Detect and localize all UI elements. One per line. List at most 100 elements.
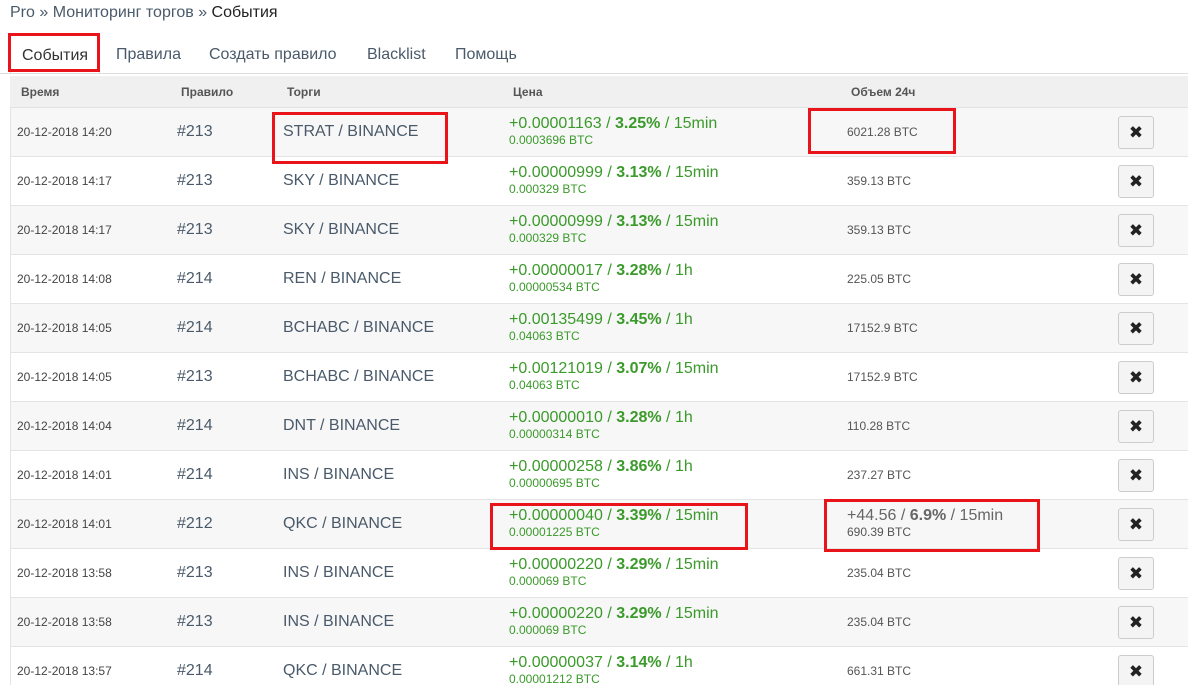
tab-create-rule[interactable]: Создать правило bbox=[209, 34, 337, 74]
volume-value: 690.39 BTC bbox=[847, 525, 912, 539]
rule-link[interactable]: #213 bbox=[177, 221, 213, 239]
rule-link[interactable]: #212 bbox=[177, 515, 213, 533]
volume-interval: 15min bbox=[959, 507, 1004, 524]
rule-link[interactable]: #213 bbox=[177, 564, 213, 582]
price-btc: 0.000329 BTC bbox=[509, 182, 587, 196]
tab-blacklist[interactable]: Blacklist bbox=[367, 34, 426, 74]
volume-change: +44.56 bbox=[847, 507, 897, 524]
separator: / bbox=[661, 409, 675, 426]
delete-button[interactable]: ✖ bbox=[1118, 165, 1154, 198]
volume-percent: 6.9% bbox=[909, 507, 947, 524]
volume-value: 359.13 BTC bbox=[847, 223, 912, 237]
column-header-rule[interactable]: Правило bbox=[181, 76, 233, 108]
separator: / bbox=[661, 213, 675, 230]
price-cell: +0.00000037 / 3.14% / 1h 0.00001212 BTC bbox=[509, 654, 693, 685]
trade-pair-link[interactable]: REN / BINANCE bbox=[283, 270, 401, 288]
delete-button[interactable]: ✖ bbox=[1118, 214, 1154, 247]
table-row: 20-12-2018 13:58 #213 INS / BINANCE +0.0000… bbox=[10, 598, 1188, 647]
price-btc: 0.000069 BTC bbox=[509, 623, 587, 637]
price-cell: +0.00001163 / 3.25% / 15min 0.0003696 BTC bbox=[509, 115, 717, 147]
delete-button[interactable]: ✖ bbox=[1118, 557, 1154, 590]
separator: / bbox=[661, 262, 675, 279]
price-btc: 0.00000695 BTC bbox=[509, 476, 600, 490]
event-time: 20-12-2018 14:05 bbox=[17, 370, 112, 384]
table-row: 20-12-2018 13:57 #214 QKC / BINANCE +0.0000… bbox=[10, 647, 1188, 685]
close-icon: ✖ bbox=[1128, 319, 1144, 338]
trade-pair-link[interactable]: SKY / BINANCE bbox=[283, 172, 399, 190]
tab-events[interactable]: События bbox=[10, 34, 101, 74]
price-change: +0.00000010 bbox=[509, 409, 603, 426]
delete-button[interactable]: ✖ bbox=[1118, 410, 1154, 443]
price-percent: 3.86% bbox=[616, 458, 662, 475]
event-time: 20-12-2018 13:57 bbox=[17, 664, 112, 678]
delete-button[interactable]: ✖ bbox=[1118, 655, 1154, 685]
table-row: 20-12-2018 14:05 #214 BCHABC / BINANCE +0.0… bbox=[10, 304, 1188, 353]
event-time: 20-12-2018 13:58 bbox=[17, 615, 112, 629]
trade-pair-link[interactable]: STRAT / BINANCE bbox=[283, 123, 418, 141]
event-time: 20-12-2018 14:08 bbox=[17, 272, 112, 286]
table-row: 20-12-2018 13:58 #213 INS / BINANCE +0.0000… bbox=[10, 549, 1188, 598]
rule-link[interactable]: #214 bbox=[177, 270, 213, 288]
volume-value: 110.28 BTC bbox=[847, 419, 911, 433]
delete-button[interactable]: ✖ bbox=[1118, 361, 1154, 394]
table-row: 20-12-2018 14:01 #214 INS / BINANCE +0.0000… bbox=[10, 451, 1188, 500]
separator: / bbox=[602, 311, 617, 328]
separator: / bbox=[602, 262, 617, 279]
volume-value: 6021.28 BTC bbox=[847, 125, 918, 139]
rule-link[interactable]: #214 bbox=[177, 466, 213, 484]
price-interval: 15min bbox=[674, 213, 719, 230]
separator: / bbox=[661, 458, 675, 475]
price-percent: 3.39% bbox=[616, 507, 662, 524]
separator: / bbox=[602, 409, 617, 426]
trade-pair-link[interactable]: INS / BINANCE bbox=[283, 613, 394, 631]
column-header-time[interactable]: Время bbox=[21, 76, 59, 108]
trade-pair-link[interactable]: INS / BINANCE bbox=[283, 466, 394, 484]
tab-rules[interactable]: Правила bbox=[116, 34, 181, 74]
rule-link[interactable]: #213 bbox=[177, 123, 213, 141]
separator: / bbox=[661, 311, 675, 328]
event-time: 20-12-2018 14:05 bbox=[17, 321, 112, 335]
delete-button[interactable]: ✖ bbox=[1118, 263, 1154, 296]
price-cell: +0.00121019 / 3.07% / 15min 0.04063 BTC bbox=[509, 360, 719, 392]
trade-pair-link[interactable]: BCHABC / BINANCE bbox=[283, 368, 434, 386]
delete-button[interactable]: ✖ bbox=[1118, 312, 1154, 345]
breadcrumb-root-link[interactable]: Pro bbox=[10, 4, 35, 21]
column-header-price[interactable]: Цена bbox=[513, 76, 543, 108]
breadcrumb-section-link[interactable]: Мониторинг торгов bbox=[53, 4, 194, 21]
separator: / bbox=[946, 507, 960, 524]
tab-help[interactable]: Помощь bbox=[455, 34, 517, 74]
price-cell: +0.00000220 / 3.29% / 15min 0.000069 BTC bbox=[509, 605, 719, 637]
separator: / bbox=[661, 507, 675, 524]
rule-link[interactable]: #213 bbox=[177, 172, 213, 190]
trade-pair-link[interactable]: BCHABC / BINANCE bbox=[283, 319, 434, 337]
trade-pair-link[interactable]: INS / BINANCE bbox=[283, 564, 394, 582]
column-header-volume[interactable]: Объем 24ч bbox=[851, 76, 915, 108]
close-icon: ✖ bbox=[1128, 172, 1144, 191]
event-time: 20-12-2018 14:04 bbox=[17, 419, 112, 433]
price-btc: 0.00000534 BTC bbox=[509, 280, 600, 294]
delete-button[interactable]: ✖ bbox=[1118, 116, 1154, 149]
delete-button[interactable]: ✖ bbox=[1118, 459, 1154, 492]
rule-link[interactable]: #214 bbox=[177, 662, 213, 680]
volume-value: 237.27 BTC bbox=[847, 468, 912, 482]
close-icon: ✖ bbox=[1128, 466, 1144, 485]
event-time: 20-12-2018 14:17 bbox=[17, 223, 112, 237]
trade-pair-link[interactable]: QKC / BINANCE bbox=[283, 515, 402, 533]
trade-pair-link[interactable]: SKY / BINANCE bbox=[283, 221, 399, 239]
delete-button[interactable]: ✖ bbox=[1118, 508, 1154, 541]
trade-pair-link[interactable]: DNT / BINANCE bbox=[283, 417, 400, 435]
rule-link[interactable]: #213 bbox=[177, 613, 213, 631]
delete-button[interactable]: ✖ bbox=[1118, 606, 1154, 639]
separator: / bbox=[602, 654, 617, 671]
column-header-trade[interactable]: Торги bbox=[287, 76, 321, 108]
rule-link[interactable]: #213 bbox=[177, 368, 213, 386]
separator: / bbox=[602, 507, 617, 524]
price-interval: 15min bbox=[674, 605, 719, 622]
separator: / bbox=[896, 507, 910, 524]
price-percent: 3.14% bbox=[616, 654, 662, 671]
price-percent: 3.07% bbox=[616, 360, 662, 377]
trade-pair-link[interactable]: QKC / BINANCE bbox=[283, 662, 402, 680]
breadcrumb-separator: » bbox=[198, 4, 208, 21]
rule-link[interactable]: #214 bbox=[177, 319, 213, 337]
rule-link[interactable]: #214 bbox=[177, 417, 213, 435]
